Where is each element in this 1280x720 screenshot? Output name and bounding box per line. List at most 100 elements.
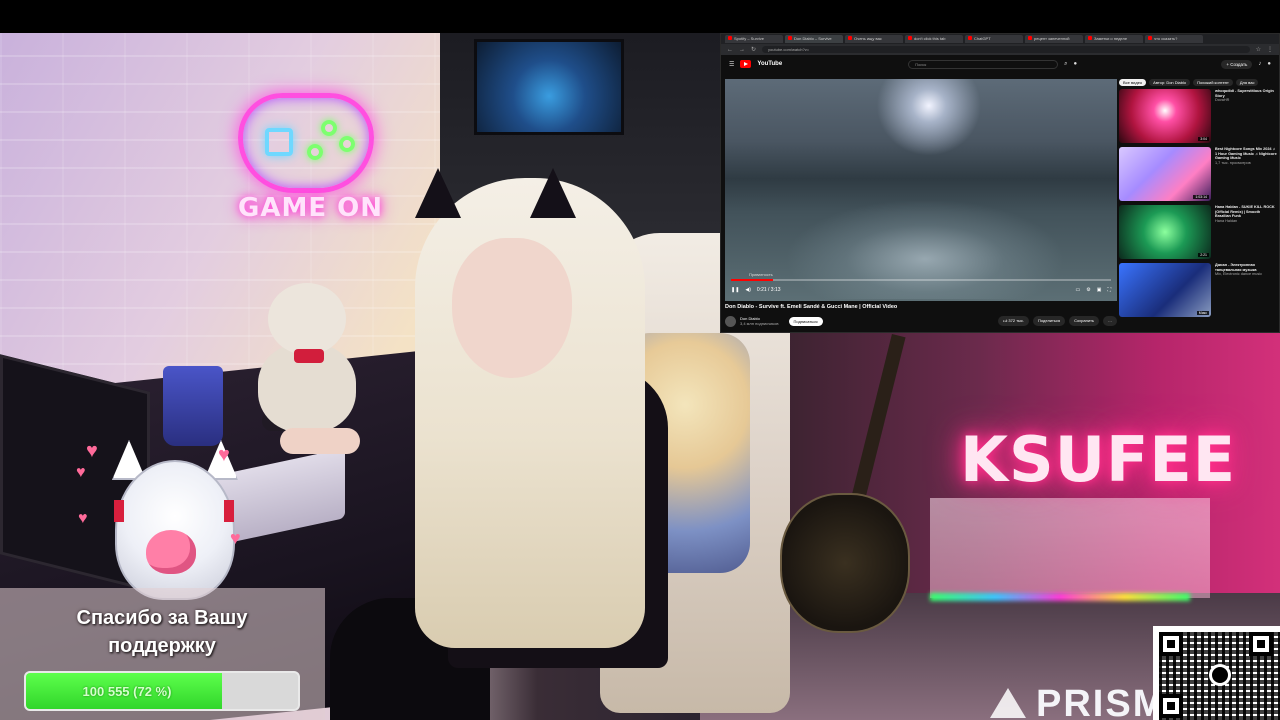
filter-chip[interactable]: Похожий контент [1193,79,1233,86]
mascot-ribbon [114,500,124,522]
reload-icon[interactable]: ↻ [751,46,756,53]
acoustic-guitar [780,333,910,633]
video-duration: 3:04 [1198,137,1209,141]
miniplayer-icon[interactable]: ▣ [1097,287,1102,293]
recommended-meta: Hana Haldan [1215,219,1238,224]
video-thumbnail[interactable]: 1:03:14 [1119,147,1211,201]
filter-chip[interactable]: Все видео [1119,79,1147,86]
mascot-heart-icon [146,530,196,574]
qr-finder [1159,632,1183,656]
qr-code [1153,626,1280,720]
prism-logo-icon [990,688,1026,718]
browser-address-bar: ← → ↻ youtube.com/watch?v= ☆ ⋮ [721,44,1279,55]
subscribe-button[interactable]: Подписаться [788,316,823,326]
youtube-brand[interactable]: YouTube [757,61,782,67]
browser-tab[interactable]: Don Diablo – Survive [785,35,843,43]
bear-bow [294,349,324,363]
neon-button [321,120,337,136]
channel-info: Don Diablo 3,4 млн подписчиков [740,316,779,326]
browser-tab-label: Spotify – Survive [734,36,765,41]
filter-chip[interactable]: Для вас [1235,79,1259,86]
recommended-title[interactable]: Hana Haldan - SUKIE KILL ROCK (Official … [1215,205,1277,219]
recommended-video[interactable]: 3:04 whoqudidi - Superstitious Origin Sto… [1119,89,1277,145]
video-thumbnail[interactable]: Микс [1119,263,1211,317]
browser-tab[interactable]: что сказать? [1145,35,1203,43]
pause-icon[interactable]: ❚❚ [731,287,739,293]
video-time: 0:21 / 3:13 [756,287,781,293]
neon-sign-base [930,498,1210,598]
browser-tab-label: Заметки о неделе [1094,36,1128,41]
browser-tab[interactable]: Очень ищу вас [845,35,903,43]
more-actions-icon[interactable]: … [1103,316,1117,326]
share-button[interactable]: Поделиться [1033,316,1066,326]
captions-icon[interactable]: ▭ [1076,287,1081,293]
recommended-video[interactable]: 2:21 Hana Haldan - SUKIE KILL ROCK (Offic… [1119,205,1277,261]
recommended-meta: DovaHR [1215,98,1230,103]
browser-tab[interactable]: ChatGPT [965,35,1023,43]
filter-chip[interactable]: Автор: Don Diablo [1149,79,1191,86]
recommended-title[interactable]: Best Nightcore Songs Mix 2024 ♫ 1 Hour G… [1215,147,1277,161]
channel-avatar[interactable] [725,315,736,327]
avatar[interactable]: ● [1267,61,1271,67]
create-button[interactable]: + Создать [1221,59,1253,69]
tab-favicon-icon [788,36,792,40]
streamer-hand [280,428,360,454]
browser-tab[interactable]: рецепт запеченной [1025,35,1083,43]
browser-tab[interactable]: don't click this tab [905,35,963,43]
video-thumbnail[interactable]: 3:04 [1119,89,1211,143]
neon-button [339,136,355,152]
hamburger-menu-icon[interactable]: ☰ [729,61,734,68]
video-player[interactable]: Приватность ❚❚ ◀) 0:21 / 3:13 ▭ ⚙ ▣ ⛶ [725,79,1117,301]
like-button[interactable]: 👍︎ 372 тыс. [998,316,1030,326]
neon-dpad [265,128,293,156]
forward-arrow-icon[interactable]: → [739,47,745,53]
recommended-info: Джоан - Электронная танцевальная музыка M… [1215,263,1277,319]
recommended-sidebar: Все видео Автор: Don Diablo Похожий контен… [1119,79,1277,331]
cabinet-glass [474,39,624,135]
microphone-icon[interactable]: ● [1074,61,1078,67]
neon-name-sign: KSUFEE [960,423,1237,496]
like-count: 372 тыс. [1008,318,1025,323]
volume-icon[interactable]: ◀) [745,287,751,293]
tab-favicon-icon [848,36,852,40]
guitar-body [780,493,910,633]
browser-window: Spotify – Survive Don Diablo – Survive Оче… [720,33,1280,333]
search-icon[interactable]: ⌕ [1064,61,1067,68]
menu-dots-icon[interactable]: ⋮ [1267,46,1273,53]
settings-gear-icon[interactable]: ⚙ [1086,287,1090,293]
rgb-light-strip [930,593,1190,601]
browser-tab[interactable]: Spotify – Survive [725,35,783,43]
bell-icon[interactable]: ♪ [1258,61,1261,67]
recommended-title[interactable]: whoqudidi - Superstitious Origin Story [1215,89,1277,98]
mascot-ribbon [224,500,234,522]
floating-heart-icon: ♥ [78,510,88,527]
save-button[interactable]: Сохранить [1069,316,1099,326]
youtube-search-input[interactable]: Поиск [908,59,1059,69]
brand-watermark-text: PRISM [1036,683,1167,720]
browser-tab-label: что сказать? [1154,36,1178,41]
video-progress-bar[interactable] [731,279,1111,281]
recommended-title[interactable]: Джоан - Электронная танцевальная музыка [1215,263,1277,272]
tab-favicon-icon [1148,36,1152,40]
video-thumbnail[interactable]: 2:21 [1119,205,1211,259]
recommended-video[interactable]: Микс Джоан - Электронная танцевальная муз… [1119,263,1277,319]
subscriber-count: 3,4 млн подписчиков [740,321,779,326]
recommended-meta: 1,7 тыс. просмотров [1215,161,1251,166]
star-icon[interactable]: ☆ [1256,46,1261,53]
browser-tab-label: Don Diablo – Survive [794,36,832,41]
channel-row: Don Diablo 3,4 млн подписчиков Подписать… [725,313,1117,329]
fullscreen-icon[interactable]: ⛶ [1107,287,1111,293]
back-arrow-icon[interactable]: ← [727,47,733,53]
recommended-info: Hana Haldan - SUKIE KILL ROCK (Official … [1215,205,1277,261]
donation-goal-label: 100 555 (72 %) [82,683,172,699]
recommended-video[interactable]: 1:03:14 Best Nightcore Songs Mix 2024 ♫ 1… [1119,147,1277,203]
browser-tab-label: don't click this tab [914,36,946,41]
browser-tab[interactable]: Заметки о неделе [1085,35,1143,43]
url-field[interactable]: youtube.com/watch?v= [762,46,1250,53]
browser-tab-bar: Spotify – Survive Don Diablo – Survive Оче… [721,34,1279,44]
floating-heart-icon: ♥ [230,528,241,548]
youtube-logo-icon[interactable] [740,60,752,68]
filter-chips: Все видео Автор: Don Diablo Похожий контен… [1119,79,1277,86]
tab-favicon-icon [1028,36,1032,40]
youtube-header: ☰ YouTube Поиск ⌕ ● + Создать ♪ ● [721,55,1279,73]
